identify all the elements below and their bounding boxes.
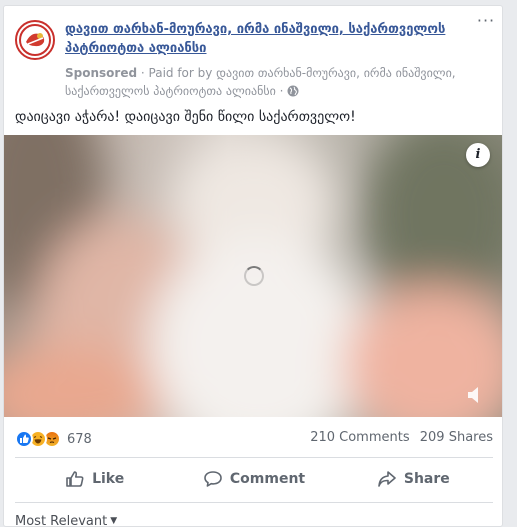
ad-info-icon[interactable]: i [466,143,490,167]
comments-count-link[interactable]: 210 Comments [310,430,409,445]
comment-sort-label: Most Relevant [15,514,108,527]
comment-button[interactable]: Comment [174,463,333,495]
page-logo-icon [18,23,52,57]
video-player[interactable]: i [4,135,502,417]
shares-count-link[interactable]: 209 Shares [420,430,493,445]
sponsored-label[interactable]: Sponsored [65,66,137,80]
share-label: Share [403,471,450,487]
loading-spinner-icon [244,266,264,286]
volume-icon[interactable] [466,385,488,405]
comment-sort-dropdown[interactable]: Most Relevant ▼ [15,514,118,527]
post-action-bar: Like Comment Share [15,463,493,495]
like-label: Like [92,471,125,487]
like-button[interactable]: Like [15,463,174,495]
thumbs-up-icon [66,471,84,487]
globe-icon [287,85,299,97]
reactions-summary[interactable]: 678 [15,427,92,451]
caret-down-icon: ▼ [110,516,118,526]
engagement-counts: 210 Comments 209 Shares [310,430,493,445]
comment-bubble-icon [204,471,222,487]
divider [15,502,493,503]
sponsored-post-card: დავით თარხან-მოურავი, ირმა ინაშვილი, საქ… [3,5,503,527]
more-options-icon[interactable]: ··· [475,13,497,30]
post-header: დავით თარხან-მოურავი, ირმა ინაშვილი, საქ… [15,13,497,100]
post-stats: 678 210 Comments 209 Shares [15,427,493,451]
divider [15,457,493,458]
page-avatar[interactable] [15,20,55,60]
sponsored-meta: Sponsored · Paid for by დავით თარხან-მოუ… [65,64,465,100]
share-arrow-icon [378,471,396,487]
share-button[interactable]: Share [334,463,493,495]
reaction-count[interactable]: 678 [67,432,92,447]
comment-label: Comment [229,471,306,487]
page-name-link[interactable]: დავით თარხან-მოურავი, ირმა ინაშვილი, საქ… [65,20,470,58]
post-text: დაიცავი აჭარა! დაიცავი შენი წილი საქართვ… [15,109,356,125]
like-icon [15,430,33,448]
